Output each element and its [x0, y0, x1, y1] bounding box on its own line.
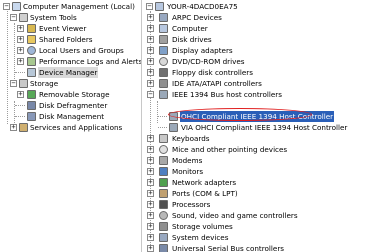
- tree-item-label: Floppy disk controllers: [172, 68, 253, 77]
- tree-item-label: Disk drives: [172, 35, 212, 44]
- tree-item-label: System devices: [172, 233, 229, 242]
- ide-controller-icon: [159, 79, 168, 88]
- tree-item-label: Monitors: [172, 167, 204, 176]
- disk-drive-icon: [159, 35, 168, 44]
- display-adapter-icon: [159, 46, 168, 55]
- computer-icon: [155, 2, 164, 11]
- monitor-icon: [159, 167, 168, 176]
- expand-icon[interactable]: +: [147, 58, 154, 65]
- tree-item-label: VIA OHCI Compliant IEEE 1394 Host Contro…: [181, 123, 348, 132]
- tree-item-label: Keyboards: [172, 134, 210, 143]
- storage-icon: [19, 79, 28, 88]
- tree-item-label: Network adapters: [172, 178, 237, 187]
- annotation-ellipse: [168, 108, 312, 121]
- device-manager-icon: [27, 68, 36, 77]
- tree-item-label: DVD/CD-ROM drives: [172, 57, 245, 66]
- expand-icon[interactable]: +: [17, 91, 24, 98]
- tree-item-label: Universal Serial Bus controllers: [172, 244, 285, 252]
- expand-icon[interactable]: +: [147, 157, 154, 164]
- expand-icon[interactable]: +: [147, 168, 154, 175]
- port-icon: [159, 189, 168, 198]
- tree-item-label: Local Users and Groups: [39, 46, 124, 55]
- users-icon: [27, 46, 36, 55]
- tree-item-label: Shared Folders: [39, 35, 93, 44]
- collapse-icon[interactable]: −: [10, 14, 17, 21]
- device-tree-pane[interactable]: − YOUR-4DACD0EA75 + ARPC Devices + Compu…: [142, 0, 378, 252]
- expand-icon[interactable]: +: [147, 25, 154, 32]
- expand-icon[interactable]: +: [147, 190, 154, 197]
- tree-item-label: Removable Storage: [39, 90, 110, 99]
- tree-item-label: Mice and other pointing devices: [172, 145, 288, 154]
- tree-item-label: Disk Management: [39, 112, 105, 121]
- expand-icon[interactable]: +: [147, 201, 154, 208]
- computer-management-icon: [12, 2, 21, 11]
- expand-icon[interactable]: +: [10, 124, 17, 131]
- tree-item-label: YOUR-4DACD0EA75: [167, 2, 238, 11]
- collapse-icon[interactable]: −: [10, 80, 17, 87]
- modem-icon: [159, 156, 168, 165]
- collapse-icon[interactable]: −: [3, 3, 10, 10]
- tree-item-label: Modems: [172, 156, 203, 165]
- usb-icon: [159, 244, 168, 252]
- tree-item-label: Sound, video and game controllers: [172, 211, 298, 220]
- tree-item-label: Ports (COM & LPT): [172, 189, 238, 198]
- device-icon: [159, 13, 168, 22]
- event-viewer-icon: [27, 24, 36, 33]
- network-adapter-icon: [159, 178, 168, 187]
- tree-item-label: Storage: [30, 79, 59, 88]
- floppy-icon: [159, 68, 168, 77]
- expand-icon[interactable]: +: [147, 234, 154, 241]
- tree-item-label: IEEE 1394 Bus host controllers: [172, 90, 282, 99]
- keyboard-icon: [159, 134, 168, 143]
- expand-icon[interactable]: +: [147, 69, 154, 76]
- expand-icon[interactable]: +: [147, 212, 154, 219]
- expand-icon[interactable]: +: [147, 179, 154, 186]
- tree-item-label: Device Manager: [38, 67, 99, 78]
- processor-icon: [159, 200, 168, 209]
- disk-management-icon: [27, 112, 36, 121]
- tree-item-label: Display adapters: [172, 46, 233, 55]
- storage-volume-icon: [159, 222, 168, 231]
- expand-icon[interactable]: +: [147, 245, 154, 252]
- tree-item-label: Performance Logs and Alerts: [39, 57, 142, 66]
- tree-item-label: Services and Applications: [30, 123, 123, 132]
- expand-icon[interactable]: +: [147, 135, 154, 142]
- removable-storage-icon: [27, 90, 36, 99]
- expand-icon[interactable]: +: [17, 25, 24, 32]
- sound-icon: [159, 211, 168, 220]
- ieee1394-controller-icon: [159, 90, 168, 99]
- expand-icon[interactable]: +: [147, 36, 154, 43]
- shared-folder-icon: [27, 35, 36, 44]
- services-icon: [19, 123, 28, 132]
- expand-icon[interactable]: +: [17, 47, 24, 54]
- tree-item-label: IDE ATA/ATAPI controllers: [172, 79, 262, 88]
- console-tree-pane[interactable]: − Computer Management (Local) − System T…: [0, 0, 142, 252]
- system-tools-icon: [19, 13, 28, 22]
- tree-item-label: Storage volumes: [172, 222, 233, 231]
- expand-icon[interactable]: +: [147, 146, 154, 153]
- expand-icon[interactable]: +: [147, 80, 154, 87]
- collapse-icon[interactable]: −: [147, 91, 154, 98]
- tree-item-label: Event Viewer: [39, 24, 87, 33]
- mouse-icon: [159, 145, 168, 154]
- tree-item-label: Computer Management (Local): [23, 2, 135, 11]
- expand-icon[interactable]: +: [147, 223, 154, 230]
- ieee1394-controller-icon: [169, 123, 178, 132]
- expand-icon[interactable]: +: [147, 14, 154, 21]
- expand-icon[interactable]: +: [17, 36, 24, 43]
- disk-defragmenter-icon: [27, 101, 36, 110]
- collapse-icon[interactable]: −: [146, 3, 153, 10]
- dvd-drive-icon: [159, 57, 168, 66]
- tree-item-label: System Tools: [30, 13, 77, 22]
- computer-icon: [159, 24, 168, 33]
- system-device-icon: [159, 233, 168, 242]
- expand-icon[interactable]: +: [17, 58, 24, 65]
- tree-item-label: Processors: [172, 200, 211, 209]
- performance-icon: [27, 57, 36, 66]
- expand-icon[interactable]: +: [147, 47, 154, 54]
- tree-item-label: Computer: [172, 24, 208, 33]
- tree-item-label: ARPC Devices: [172, 13, 222, 22]
- tree-item-label: Disk Defragmenter: [39, 101, 108, 110]
